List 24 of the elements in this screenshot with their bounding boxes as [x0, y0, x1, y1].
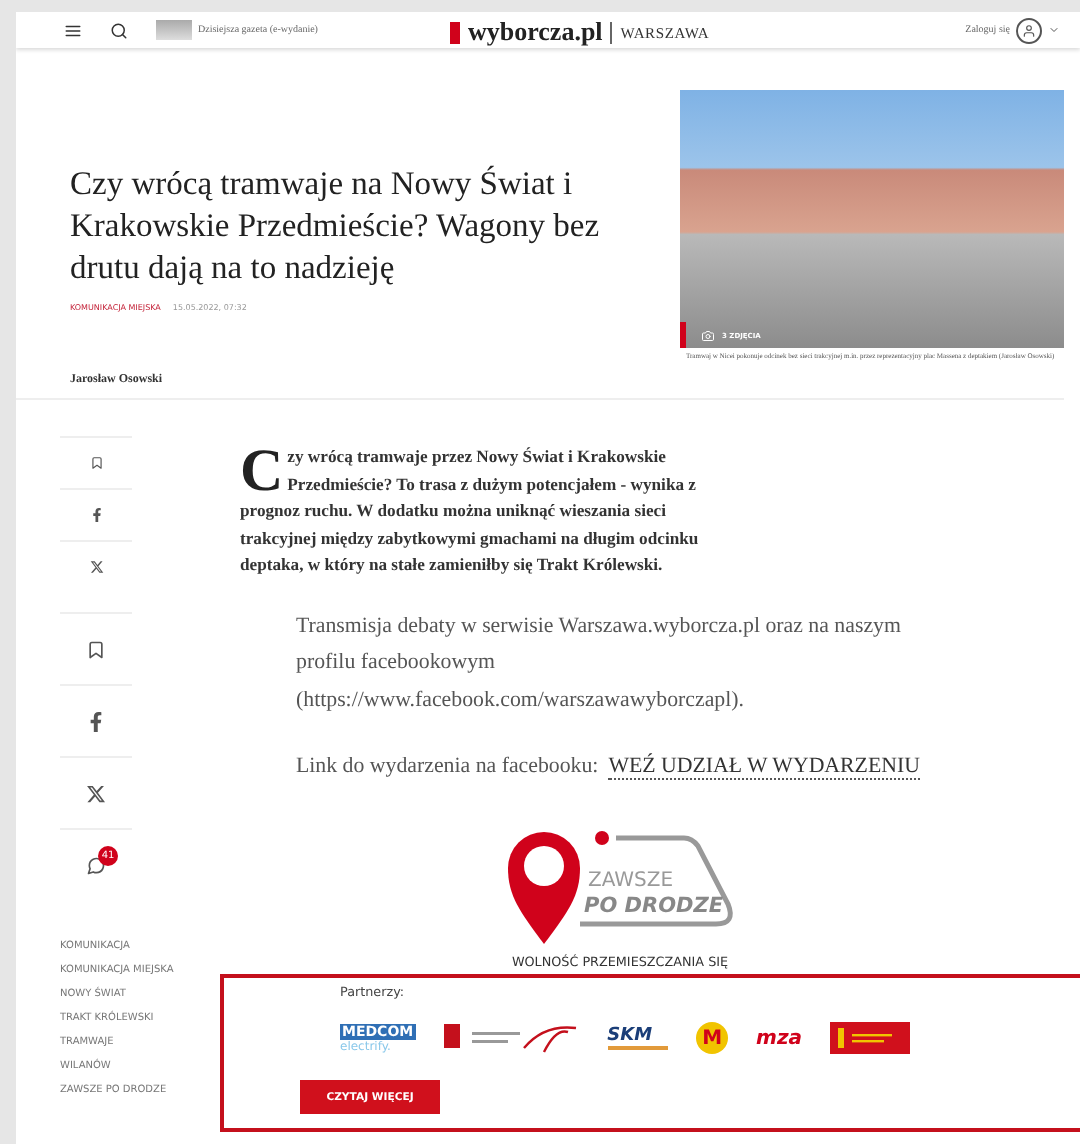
partner-logo[interactable]: mza [756, 1027, 803, 1049]
logo-mark [450, 21, 460, 43]
menu-icon[interactable] [64, 21, 82, 39]
search-icon[interactable] [110, 21, 128, 39]
x-icon [86, 783, 106, 803]
crest-logo-drawing[interactable] [443, 1020, 580, 1056]
site-logo[interactable]: wyborcza.pl [468, 16, 603, 48]
tram-logo-drawing[interactable] [830, 1022, 911, 1054]
bookmark-icon [89, 456, 103, 470]
event-logo[interactable]: ZAWSZE PO DRODZE [500, 820, 740, 952]
partner-logo[interactable]: M [696, 1022, 729, 1054]
user-icon[interactable] [1016, 17, 1042, 43]
comment-icon [86, 855, 106, 875]
caret-icon[interactable] [1048, 24, 1060, 36]
link-intro-text: Link do wydarzenia na facebooku: [296, 754, 599, 780]
x-icon [89, 560, 103, 574]
article-title: Czy wrócą tramwaje na Nowy Świat i Krakowskie Przedmieście? Wagony bez drutu dają na to nadzieję [70, 162, 602, 288]
facebook-icon [86, 711, 106, 731]
partner-logo[interactable]: SKM [607, 1026, 669, 1050]
event-link[interactable]: WEŹ UDZIAŁ W WYDARZENIU [608, 754, 920, 780]
camera-icon [702, 329, 714, 341]
article-paragraph: Transmisja debaty w serwisie Warszawa.wyborcza.pl oraz na naszym profilu facebookowym (https://www.facebook.com/warszawawyborczapl). [296, 611, 903, 715]
facebook-icon [89, 508, 103, 522]
bookmark-icon [86, 639, 106, 659]
